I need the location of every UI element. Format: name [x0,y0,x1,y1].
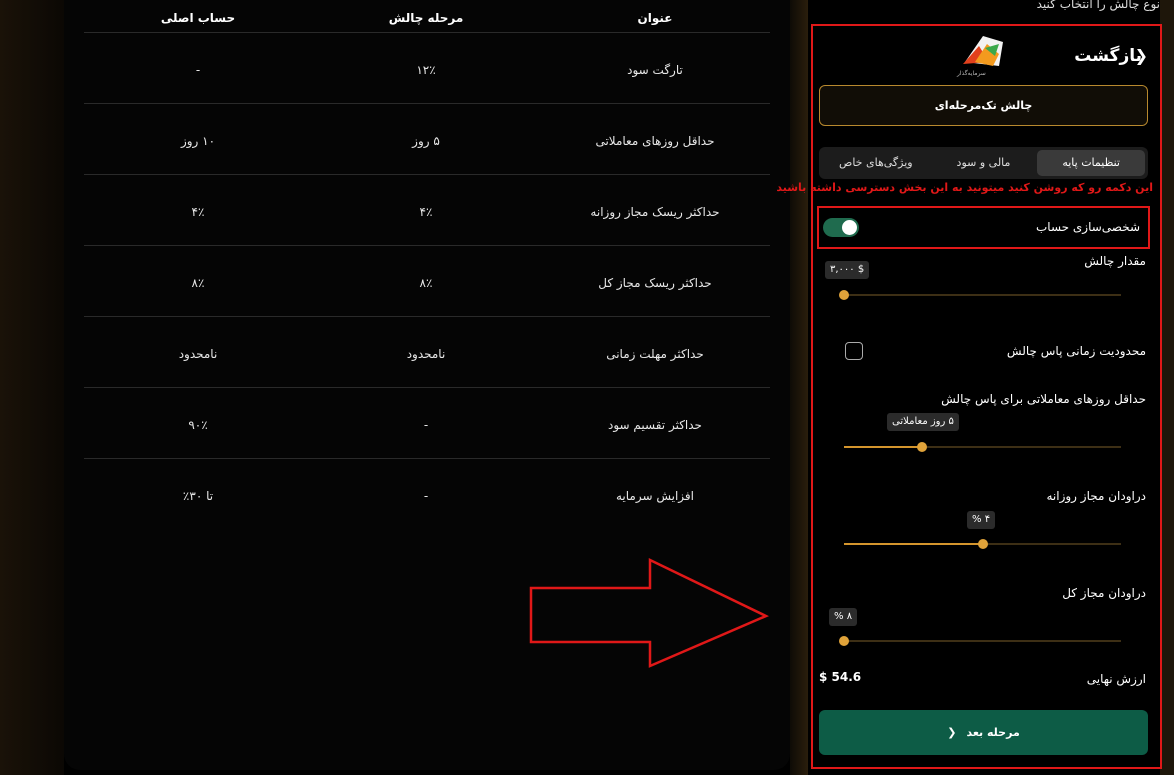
slider-fill [844,543,983,545]
row-challenge-value: ۱۲٪ [416,62,436,77]
row-title: حداکثر ریسک مجاز روزانه [590,204,720,219]
challenge-settings-panel: ❯ بازگشت سرمایه‌گذار چالش تک‌مرحله‌ای تن… [776,24,1162,769]
challenge-type-option[interactable]: چالش تک‌مرحله‌ای [819,85,1148,126]
row-title: تارگت سود [627,62,683,77]
row-challenge-value: ۴٪ [419,204,433,219]
table-row: تارگت سود ۱۲٪ - [84,33,770,104]
settings-tabs: تنظیمات پایه مالی و سود ویژگی‌های خاص [819,147,1148,179]
logo-caption: سرمایه‌گذار [957,70,986,77]
row-challenge-value: - [423,489,429,503]
total-drawdown-bubble: ۸ % [829,608,858,626]
min-days-bubble: ۵ روز معاملاتی [887,413,959,431]
table-row: حداکثر مهلت زمانی نامحدود نامحدود [84,317,770,388]
daily-drawdown-slider[interactable] [844,539,1121,549]
row-title: افزایش سرمایه [615,489,694,503]
row-main-value: ۹۰٪ [188,417,208,432]
total-drawdown-label: دراودان مجاز کل [1062,586,1146,600]
slider-thumb[interactable] [978,539,988,549]
table-row: حداکثر تقسیم سود - ۹۰٪ [84,388,770,459]
divider-background [790,0,808,775]
back-row: ❯ بازگشت سرمایه‌گذار [813,26,1160,88]
time-limit-label: محدودیت زمانی پاس چالش [1006,344,1146,358]
customize-account-label: شخصی‌سازی حساب [1036,220,1140,234]
daily-drawdown-label: دراودان مجاز روزانه [1046,489,1146,503]
min-days-label: حداقل روزهای معاملاتی برای پاس چالش [941,392,1146,406]
next-step-label: مرحله بعد [966,726,1020,739]
row-main-value: نامحدود [178,346,218,361]
left-background [0,0,64,775]
row-title: حداکثر مهلت زمانی [606,346,704,361]
slider-thumb[interactable] [917,442,927,452]
row-challenge-value: ۵ روز [412,133,440,148]
row-title: حداکثر تقسیم سود [608,417,702,432]
slider-fill [844,446,922,448]
min-days-slider[interactable] [844,442,1121,452]
page-title: نوع چالش را انتخاب کنید [1036,0,1160,11]
daily-drawdown-bubble: ۴ % [967,511,996,529]
tab-basic-settings[interactable]: تنظیمات پایه [1037,150,1145,176]
row-title: حداکثر ریسک مجاز کل [598,275,712,290]
annotation-note: این دکمه رو که روشن کنید میتونید به این … [776,181,1153,194]
header-title: عنوان [637,10,673,25]
row-main-value: تا ۳۰٪ [182,489,214,503]
next-step-button[interactable]: مرحله بعد ❮ [819,710,1148,755]
slider-thumb[interactable] [839,636,849,646]
amount-label: مقدار چالش [1084,254,1146,268]
customize-account-row: شخصی‌سازی حساب [817,206,1150,249]
amount-bubble: $ ۳,۰۰۰ [825,261,870,279]
amount-slider[interactable] [839,290,1121,300]
time-limit-checkbox[interactable] [845,342,863,360]
final-value: $ 54.6 [819,670,862,684]
table-row: حداکثر ریسک مجاز کل ۸٪ ۸٪ [84,246,770,317]
total-drawdown-slider[interactable] [839,636,1121,646]
header-main-account: حساب اصلی [160,10,236,25]
row-challenge-value: - [423,417,429,432]
row-main-value: ۱۰ روز [180,133,216,148]
tab-special-features[interactable]: ویژگی‌های خاص [822,150,930,176]
slider-thumb[interactable] [839,290,849,300]
chevron-left-icon: ❮ [947,726,957,739]
customize-account-toggle[interactable] [823,218,859,237]
row-title: حداقل روزهای معاملاتی [595,133,715,148]
table-header: عنوان مرحله چالش حساب اصلی [84,0,770,33]
annotation-arrow-icon [529,558,770,668]
table-row: حداقل روزهای معاملاتی ۵ روز ۱۰ روز [84,104,770,175]
toggle-knob [842,220,857,235]
row-main-value: - [195,62,201,77]
final-value-label: ارزش نهایی [1086,672,1146,686]
table-row: افزایش سرمایه - تا ۳۰٪ [84,459,770,530]
right-edge-background [1160,0,1174,775]
tab-finance-profit[interactable]: مالی و سود [930,150,1038,176]
comparison-table: عنوان مرحله چالش حساب اصلی تارگت سود ۱۲٪… [84,0,770,530]
table-row: حداکثر ریسک مجاز روزانه ۴٪ ۴٪ [84,175,770,246]
row-challenge-value: نامحدود [406,346,446,361]
back-button[interactable]: بازگشت [1074,46,1142,66]
row-main-value: ۸٪ [191,275,205,290]
row-main-value: ۴٪ [191,204,205,219]
header-challenge-phase: مرحله چالش [388,10,464,25]
row-challenge-value: ۸٪ [419,275,433,290]
